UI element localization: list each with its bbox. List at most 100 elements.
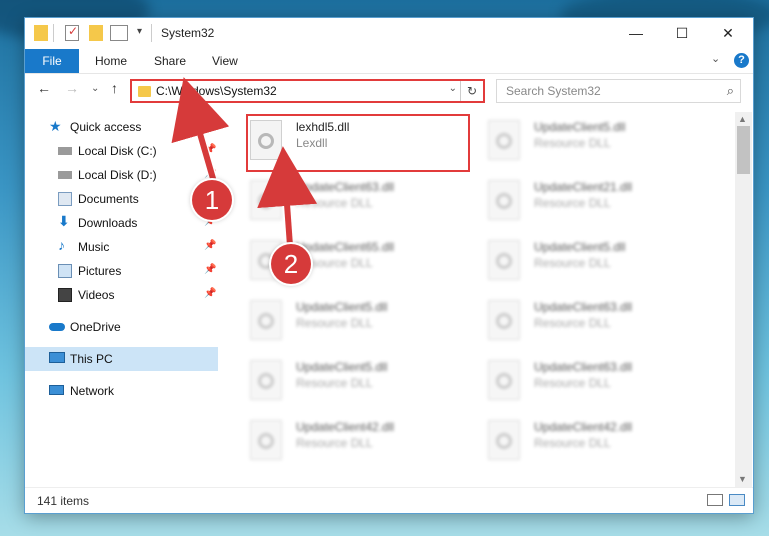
qa-dropdown-icon[interactable]: ▾: [137, 26, 142, 37]
recent-locations-button[interactable]: ⌄: [91, 83, 99, 94]
address-dropdown-icon[interactable]: ⌄: [449, 83, 457, 94]
sidebar-item-label: OneDrive: [70, 320, 121, 334]
file-name: UpdateClient63.dll: [534, 360, 633, 374]
sidebar-item-onedrive[interactable]: OneDrive: [25, 316, 218, 338]
file-type: Resource DLL: [296, 436, 373, 450]
search-icon[interactable]: ⌕: [727, 83, 734, 99]
download-icon: ⬇: [58, 213, 70, 229]
scroll-down-icon[interactable]: ▼: [738, 474, 747, 484]
details-view-icon[interactable]: [707, 494, 723, 506]
refresh-button[interactable]: ↻: [460, 81, 483, 101]
dll-file-icon: [488, 120, 520, 160]
dll-file-icon: [250, 360, 282, 400]
sidebar-item-music[interactable]: ♪ Music 📌: [25, 236, 218, 258]
up-button[interactable]: ↑: [111, 80, 118, 96]
file-name: UpdateClient42.dll: [534, 420, 633, 434]
dll-file-icon: [488, 420, 520, 460]
step-2-badge: 2: [271, 244, 311, 284]
sidebar-item-local-disk-d[interactable]: Local Disk (D:) 📌: [25, 164, 218, 186]
file-type: Resource DLL: [534, 256, 611, 270]
network-icon: [49, 385, 64, 395]
dll-file-icon: [250, 300, 282, 340]
sidebar-item-pictures[interactable]: Pictures 📌: [25, 260, 218, 282]
close-button[interactable]: ✕: [705, 18, 751, 49]
large-icons-view-icon[interactable]: [729, 494, 745, 506]
address-bar[interactable]: C:\Windows\System32 ⌄ ↻: [130, 79, 485, 103]
pin-icon: 📌: [204, 288, 217, 299]
scrollbar-thumb[interactable]: [737, 126, 750, 174]
sidebar-item-local-disk-c[interactable]: Local Disk (C:) 📌: [25, 140, 218, 162]
navigation-bar: ← → ⌄ ↑ C:\Windows\System32 ⌄ ↻ Search S…: [25, 74, 753, 108]
documents-icon: [58, 192, 72, 206]
sidebar-item-this-pc[interactable]: This PC: [25, 347, 218, 371]
file-name: UpdateClient42.dll: [296, 420, 395, 434]
list-item[interactable]: UpdateClient63.dll Resource DLL: [484, 294, 714, 352]
pin-icon: 📌: [204, 144, 217, 155]
search-placeholder: Search System32: [506, 84, 601, 98]
back-button[interactable]: ←: [37, 80, 51, 96]
customize-icon[interactable]: [110, 25, 128, 41]
dll-file-icon: [250, 420, 282, 460]
folder-icon: [138, 86, 151, 97]
sidebar-item-label: Downloads: [78, 216, 138, 230]
sidebar-item-downloads[interactable]: ⬇ Downloads 📌: [25, 212, 218, 234]
file-type: Resource DLL: [296, 196, 373, 210]
pin-icon: 📌: [204, 264, 217, 275]
ribbon-expand-icon[interactable]: ⌄: [711, 52, 720, 65]
pin-icon: 📌: [204, 240, 217, 251]
maximize-button[interactable]: ☐: [659, 18, 705, 49]
dll-file-icon: [250, 180, 282, 220]
sidebar-item-label: Videos: [78, 288, 115, 302]
dll-file-icon: [488, 300, 520, 340]
divider: [53, 24, 54, 42]
sidebar-item-videos[interactable]: Videos 📌: [25, 284, 218, 306]
window-title: System32: [161, 26, 215, 40]
file-type: Resource DLL: [296, 316, 373, 330]
search-input[interactable]: Search System32 ⌕: [496, 79, 741, 103]
sidebar-item-network[interactable]: Network: [25, 380, 218, 402]
sidebar-item-documents[interactable]: Documents 📌: [25, 188, 218, 210]
new-folder-icon[interactable]: [89, 25, 103, 41]
file-name: UpdateClient5.dll: [534, 240, 626, 254]
list-item[interactable]: UpdateClient63.dll Resource DLL: [246, 174, 476, 232]
sidebar-item-label: This PC: [70, 352, 113, 366]
title-bar: ✓ ▾ System32 — ☐ ✕: [25, 18, 753, 49]
file-name: UpdateClient5.dll: [296, 300, 388, 314]
list-item[interactable]: UpdateClient63.dll Resource DLL: [484, 354, 714, 412]
list-item[interactable]: UpdateClient5.dll Resource DLL: [246, 354, 476, 412]
minimize-button[interactable]: —: [613, 18, 659, 49]
tab-home[interactable]: Home: [95, 49, 127, 73]
sidebar-item-label: Documents: [78, 192, 139, 206]
videos-icon: [58, 288, 72, 302]
tab-file[interactable]: File: [25, 49, 79, 73]
highlight-box: [246, 114, 470, 172]
list-item[interactable]: UpdateClient5.dll Resource DLL: [484, 234, 714, 292]
sidebar-item-label: Quick access: [70, 120, 142, 134]
divider: [151, 24, 152, 42]
pin-icon: 📌: [204, 168, 217, 179]
file-type: Resource DLL: [534, 196, 611, 210]
list-item[interactable]: UpdateClient42.dll Resource DLL: [484, 414, 714, 472]
vertical-scrollbar[interactable]: ▲ ▼: [735, 112, 752, 487]
tab-view[interactable]: View: [212, 49, 238, 73]
scroll-up-icon[interactable]: ▲: [738, 114, 747, 124]
file-name: UpdateClient5.dll: [534, 120, 626, 134]
computer-icon: [49, 352, 65, 363]
sidebar-item-quick-access[interactable]: ★ Quick access: [25, 116, 218, 138]
list-item[interactable]: UpdateClient42.dll Resource DLL: [246, 414, 476, 472]
file-name: UpdateClient5.dll: [296, 360, 388, 374]
cloud-icon: [49, 323, 65, 331]
drive-icon: [58, 147, 72, 155]
file-type: Resource DLL: [534, 316, 611, 330]
forward-button[interactable]: →: [65, 80, 79, 96]
file-type: Resource DLL: [296, 376, 373, 390]
list-item[interactable]: UpdateClient5.dll Resource DLL: [246, 294, 476, 352]
tab-share[interactable]: Share: [154, 49, 186, 73]
dll-file-icon: [488, 240, 520, 280]
pictures-icon: [58, 264, 72, 278]
list-item[interactable]: UpdateClient5.dll Resource DLL: [484, 114, 714, 172]
list-item[interactable]: UpdateClient21.dll Resource DLL: [484, 174, 714, 232]
file-name: UpdateClient63.dll: [534, 300, 633, 314]
properties-icon[interactable]: ✓: [65, 24, 79, 41]
help-icon[interactable]: ?: [734, 53, 749, 68]
